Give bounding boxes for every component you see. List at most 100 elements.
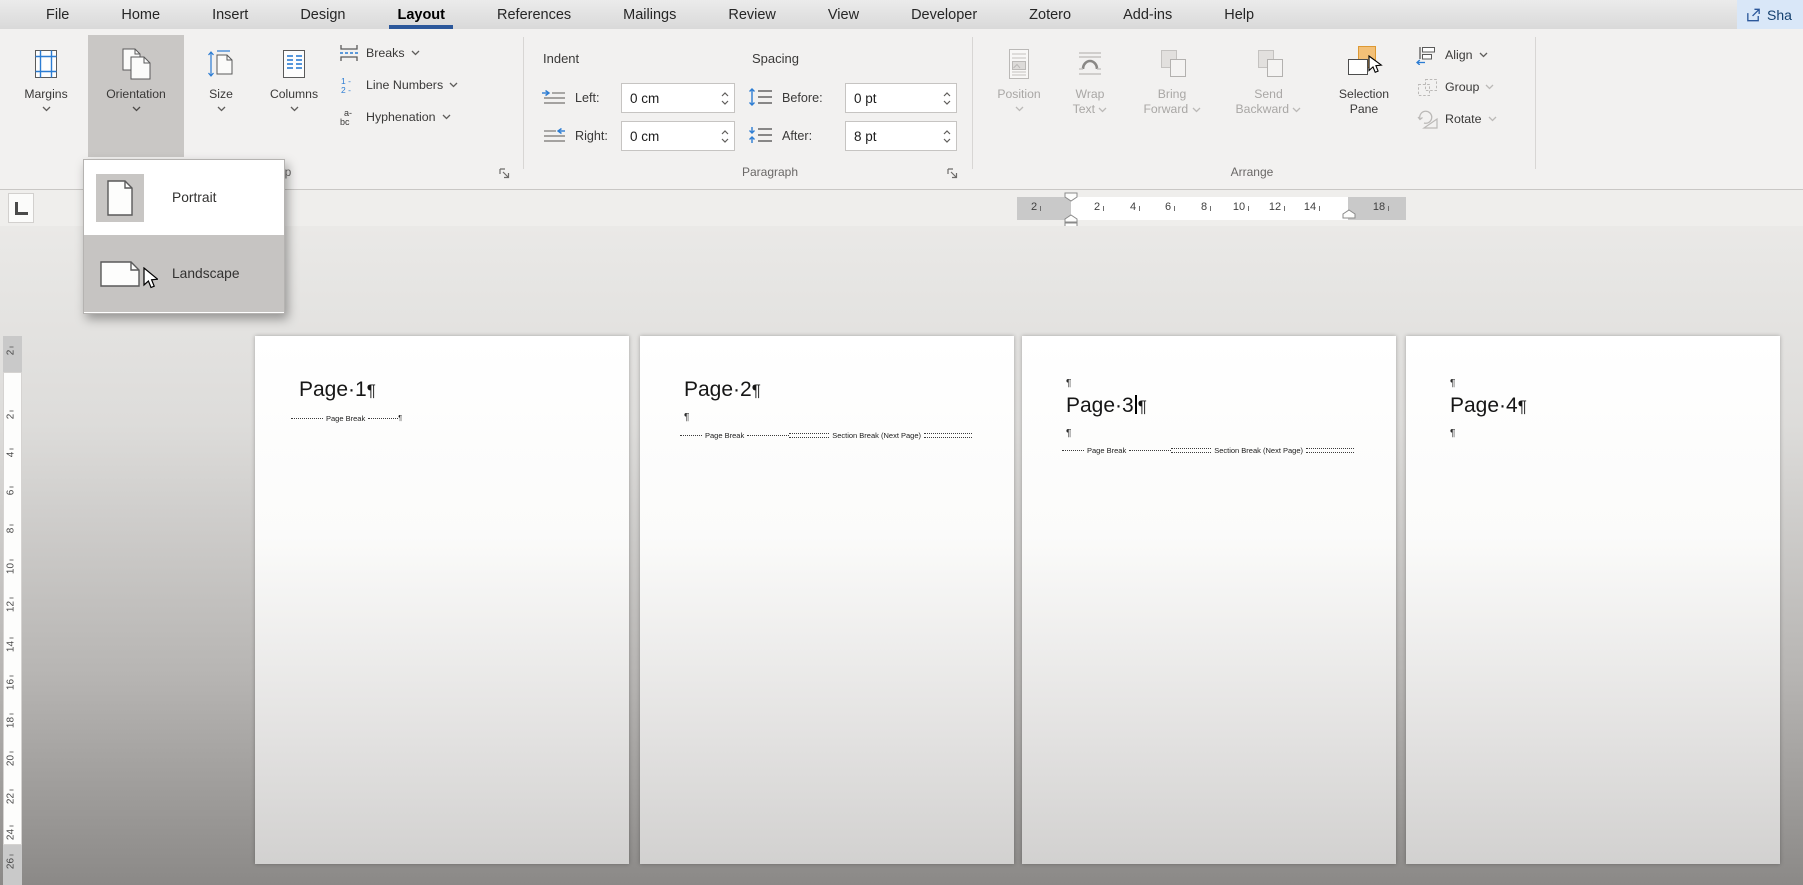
group-separator — [1535, 37, 1536, 169]
spinner-buttons[interactable] — [716, 130, 734, 143]
line-numbers-icon: 1 - 2 - — [338, 76, 360, 94]
page-setup-stack: Breaks 1 - 2 - Line Numbers a- bc — [338, 37, 458, 133]
spacing-after-input[interactable]: 8 pt — [845, 121, 957, 151]
tab-design[interactable]: Design — [274, 0, 371, 29]
page-title: Page·1¶ — [299, 378, 376, 402]
chevron-down-icon — [449, 82, 458, 88]
margins-button[interactable]: Margins — [8, 35, 84, 157]
spinner-down-icon — [721, 138, 729, 143]
vertical-ruler[interactable]: 2 2 4 6 8 10 12 14 16 18 20 22 24 26 — [3, 336, 22, 885]
chevron-down-icon — [411, 50, 420, 56]
orientation-button[interactable]: Orientation — [88, 35, 184, 157]
rotate-button: Rotate — [1416, 103, 1497, 135]
paragraph-mark: ¶ — [684, 412, 689, 423]
chevron-down-icon — [1292, 107, 1301, 113]
paragraph-mark: ¶ — [1066, 428, 1071, 439]
tab-help[interactable]: Help — [1198, 0, 1280, 29]
tab-review[interactable]: Review — [702, 0, 802, 29]
page-4[interactable]: ¶ Page·4¶ ¶ — [1406, 336, 1780, 864]
spacing-after-label: After: — [782, 129, 812, 143]
align-button[interactable]: Align — [1416, 39, 1497, 71]
spacing-before-input[interactable]: 0 pt — [845, 83, 957, 113]
position-button: Position — [986, 35, 1052, 157]
rotate-icon — [1416, 110, 1439, 129]
hyphenation-button[interactable]: a- bc Hyphenation — [338, 101, 458, 133]
line-numbers-button[interactable]: 1 - 2 - Line Numbers — [338, 69, 458, 101]
word-window: File Home Insert Design Layout Reference… — [0, 0, 1803, 885]
tab-stop-selector[interactable] — [8, 193, 34, 223]
tab-developer[interactable]: Developer — [885, 0, 1003, 29]
spinner-down-icon — [721, 100, 729, 105]
paragraph-mark: ¶ — [1450, 378, 1455, 389]
bring-forward-button: Bring Forward — [1126, 35, 1218, 157]
share-button[interactable]: Sha — [1737, 0, 1803, 29]
breaks-icon — [338, 44, 360, 62]
chevron-down-icon — [1479, 52, 1488, 58]
indent-left-input[interactable]: 0 cm — [621, 83, 735, 113]
menu-item-portrait[interactable]: Portrait — [84, 160, 284, 235]
spinner-up-icon — [721, 130, 729, 135]
tab-zotero[interactable]: Zotero — [1003, 0, 1097, 29]
orientation-dropdown-menu: Portrait Landscape — [83, 159, 285, 314]
spacing-before-icon — [748, 87, 774, 107]
chevron-down-icon — [442, 114, 451, 120]
spinner-buttons[interactable] — [938, 92, 956, 105]
mouse-cursor-icon — [142, 267, 158, 291]
paragraph-dialog-launcher[interactable] — [946, 167, 959, 180]
align-icon — [1416, 46, 1439, 65]
chevron-down-icon — [1485, 84, 1494, 90]
size-button[interactable]: Size — [190, 35, 252, 157]
send-backward-icon — [1253, 41, 1285, 87]
chevron-down-icon — [1488, 116, 1497, 122]
indent-right-input[interactable]: 0 cm — [621, 121, 735, 151]
ruler-right-margin: 18 — [1348, 197, 1406, 220]
spacing-before-label: Before: — [782, 91, 823, 105]
menu-item-landscape[interactable]: Landscape — [84, 235, 284, 312]
tab-file[interactable]: File — [20, 0, 95, 29]
horizontal-ruler[interactable]: 2 2 4 6 8 10 12 14 18 — [1017, 197, 1406, 220]
section-break-mark: Page Break Section Break (Next Page) — [680, 431, 972, 440]
share-label: Sha — [1767, 7, 1792, 23]
vruler-top-margin: 2 — [3, 336, 22, 372]
selection-pane-button[interactable]: Selection Pane — [1320, 35, 1408, 157]
orientation-icon — [117, 41, 155, 87]
paragraph-mark: ¶ — [1450, 428, 1455, 439]
spacing-title: Spacing — [752, 51, 799, 66]
spinner-buttons[interactable] — [716, 92, 734, 105]
columns-icon — [279, 41, 309, 87]
page-1[interactable]: Page·1¶ Page Break ¶ — [255, 336, 629, 864]
chevron-down-icon — [132, 106, 141, 112]
tab-home[interactable]: Home — [95, 0, 186, 29]
group-separator — [972, 37, 973, 169]
hyphenation-icon: a- bc — [338, 108, 360, 126]
spinner-down-icon — [943, 138, 951, 143]
page-setup-dialog-launcher[interactable] — [498, 167, 511, 180]
page-3[interactable]: ¶ Page·3¶ ¶ Page Break Section Break (Ne… — [1022, 336, 1396, 864]
page-2[interactable]: Page·2¶ ¶ Page Break Section Break (Next… — [640, 336, 1014, 864]
vruler-bottom-margin: 26 — [3, 845, 22, 885]
wrap-text-button: Wrap Text — [1056, 35, 1124, 157]
landscape-icon — [96, 250, 144, 298]
chevron-down-icon — [42, 106, 51, 112]
send-backward-button: Send Backward — [1220, 35, 1317, 157]
tab-view[interactable]: View — [802, 0, 885, 29]
breaks-button[interactable]: Breaks — [338, 37, 458, 69]
tab-references[interactable]: References — [471, 0, 597, 29]
first-line-indent-marker[interactable] — [1064, 192, 1078, 202]
paragraph-group-label: Paragraph — [670, 165, 870, 179]
tab-add-ins[interactable]: Add-ins — [1097, 0, 1198, 29]
ruler-left-margin: 2 — [1017, 197, 1071, 220]
margins-icon — [31, 41, 61, 87]
selection-pane-icon — [1345, 41, 1383, 87]
tab-mailings[interactable]: Mailings — [597, 0, 702, 29]
tab-insert[interactable]: Insert — [186, 0, 274, 29]
paragraph-mark: ¶ — [1066, 378, 1071, 389]
right-indent-marker[interactable] — [1342, 209, 1356, 220]
columns-button[interactable]: Columns — [256, 35, 332, 157]
group-separator — [523, 37, 524, 169]
tab-layout[interactable]: Layout — [371, 0, 471, 29]
group-icon — [1416, 78, 1439, 97]
page-title: Page·4¶ — [1450, 394, 1527, 418]
document-canvas[interactable]: 2 2 4 6 8 10 12 14 16 18 20 22 24 26 Pag… — [0, 226, 1803, 885]
spinner-buttons[interactable] — [938, 130, 956, 143]
